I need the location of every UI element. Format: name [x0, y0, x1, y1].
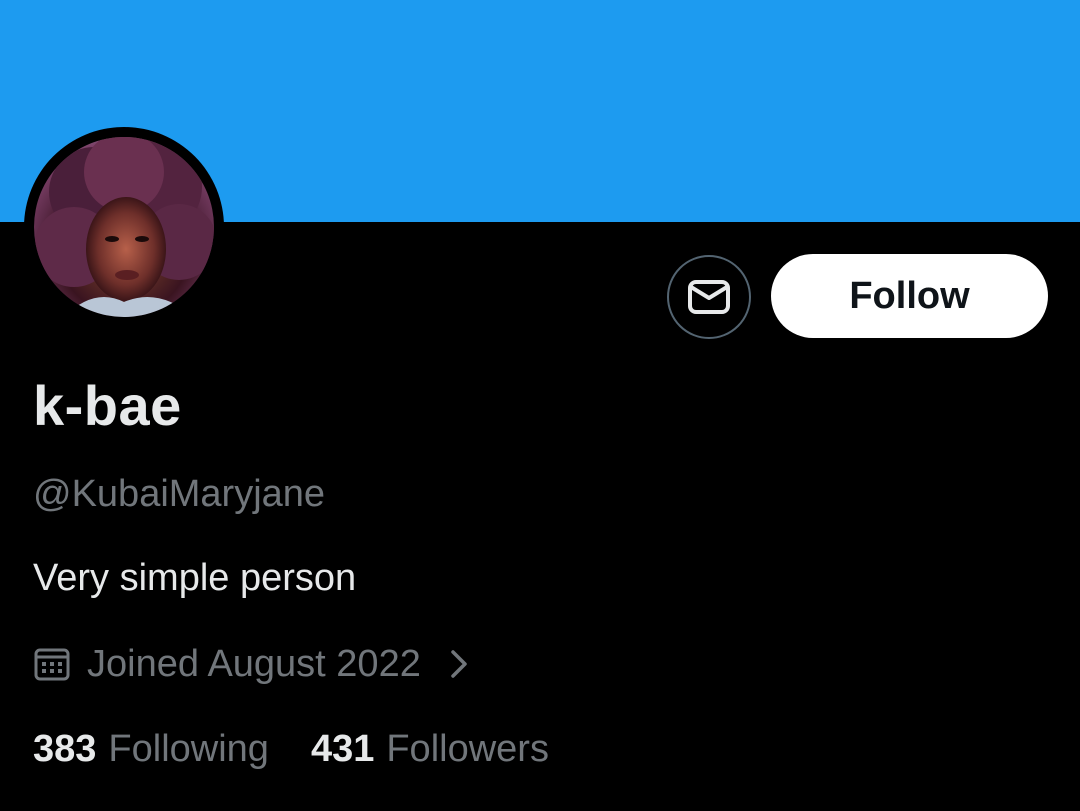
message-button[interactable]	[667, 255, 751, 339]
bio: Very simple person	[33, 557, 357, 599]
following-count: 383	[33, 728, 97, 770]
avatar[interactable]	[34, 137, 214, 317]
following-link[interactable]: 383 Following	[33, 726, 269, 772]
followers-label: Followers	[386, 728, 549, 770]
followers-link[interactable]: 431 Followers	[311, 726, 549, 772]
user-handle: @KubaiMaryjane	[33, 473, 326, 515]
envelope-icon	[688, 280, 730, 314]
avatar-photo	[34, 137, 214, 317]
joined-date-row[interactable]: Joined August 2022	[33, 640, 471, 688]
calendar-icon	[34, 648, 70, 681]
following-label: Following	[108, 728, 269, 770]
chevron-right-icon[interactable]	[449, 646, 471, 682]
joined-date: Joined August 2022	[87, 643, 421, 685]
followers-count: 431	[310, 728, 375, 770]
follow-stats: 383 Following 431 Followers	[33, 726, 549, 772]
display-name: k-bae	[33, 374, 182, 437]
follow-button[interactable]: Follow	[771, 254, 1048, 338]
